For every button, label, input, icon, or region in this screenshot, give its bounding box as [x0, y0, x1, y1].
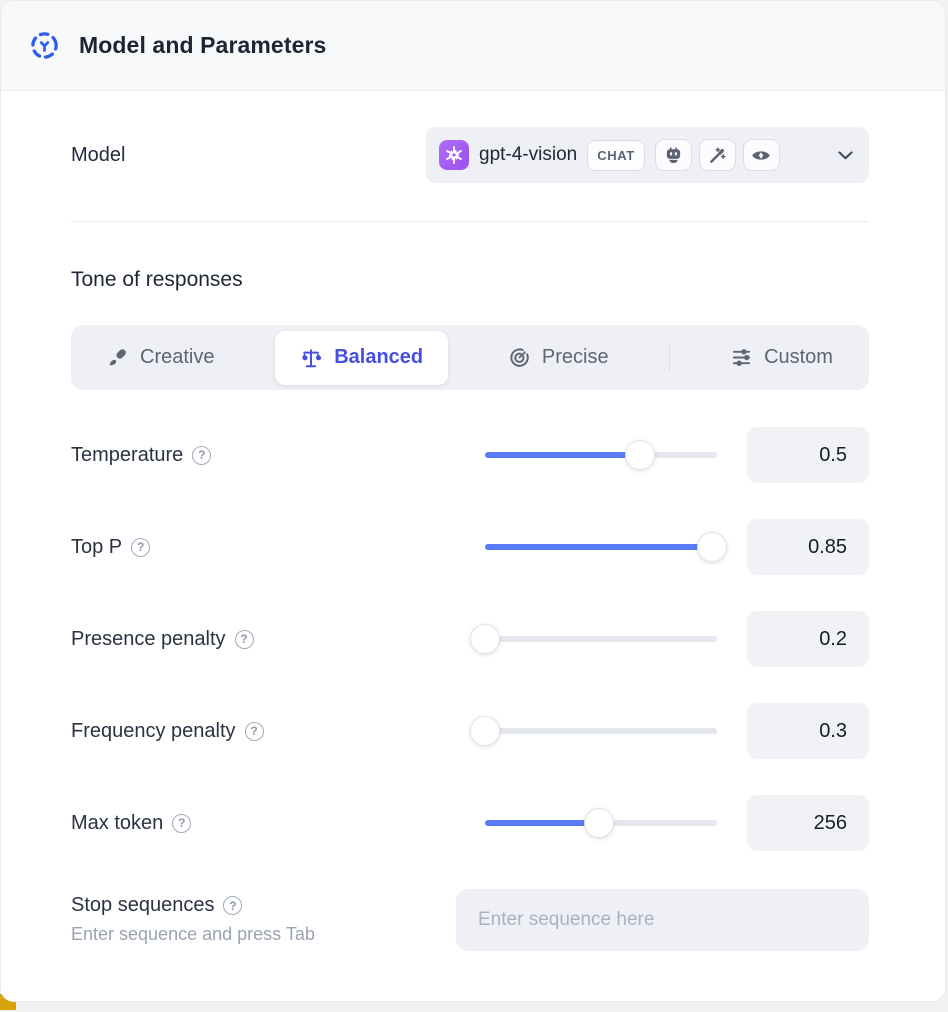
model-parameters-panel: Model and Parameters Model: [0, 0, 948, 1012]
paintbrush-icon: [107, 347, 128, 368]
parameter-row: Presence penalty ? 0.2: [71, 611, 869, 667]
parameter-slider[interactable]: [485, 636, 717, 642]
parameter-slider[interactable]: [485, 452, 717, 458]
help-icon[interactable]: ?: [235, 630, 254, 649]
stop-sequences-labels: Stop sequences ? Enter sequence and pres…: [71, 889, 315, 945]
page-title: Model and Parameters: [79, 32, 326, 59]
model-label: Model: [71, 144, 125, 167]
balance-scale-icon: [300, 347, 322, 369]
model-select-dropdown[interactable]: gpt-4-vision CHAT: [426, 127, 869, 183]
tone-option-balanced[interactable]: Balanced: [275, 331, 448, 385]
model-parameters-card: Model and Parameters Model: [0, 0, 946, 1002]
tone-option-label: Creative: [140, 346, 214, 369]
slider-fill: [485, 820, 599, 826]
section-divider: [71, 221, 869, 222]
magic-wand-icon: [699, 139, 736, 171]
parameter-label-wrap: Top P ?: [71, 536, 485, 559]
model-row: Model: [71, 127, 869, 183]
parameter-label-wrap: Frequency penalty ?: [71, 720, 485, 743]
parameter-label: Max token: [71, 812, 163, 835]
parameter-label: Presence penalty: [71, 628, 226, 651]
slider-fill: [485, 544, 712, 550]
selected-model-name: gpt-4-vision: [479, 144, 577, 166]
stop-sequence-input[interactable]: [456, 889, 869, 951]
parameter-label: Top P: [71, 536, 122, 559]
tone-option-label: Precise: [542, 346, 609, 369]
tone-option-label: Balanced: [334, 346, 423, 369]
help-icon[interactable]: ?: [131, 538, 150, 557]
parameter-slider[interactable]: [485, 544, 717, 550]
tone-option-label: Custom: [764, 346, 833, 369]
chevron-down-icon[interactable]: [838, 151, 853, 160]
slider-track: [485, 728, 717, 734]
slider-knob[interactable]: [625, 440, 655, 470]
model-type-badge: CHAT: [587, 140, 645, 171]
parameter-label-wrap: Presence penalty ?: [71, 628, 485, 651]
tone-option-creative[interactable]: Creative: [103, 331, 218, 385]
parameter-value-box[interactable]: 0.5: [747, 427, 869, 483]
help-icon[interactable]: ?: [245, 722, 264, 741]
slider-fill: [485, 452, 640, 458]
parameter-label: Frequency penalty: [71, 720, 236, 743]
parameter-slider[interactable]: [485, 820, 717, 826]
slider-knob[interactable]: [584, 808, 614, 838]
card-header: Model and Parameters: [1, 1, 945, 91]
slider-track: [485, 820, 717, 826]
parameter-value-box[interactable]: 0.2: [747, 611, 869, 667]
tone-heading: Tone of responses: [71, 268, 869, 292]
parameter-label-wrap: Max token ?: [71, 812, 485, 835]
stop-sequences-row: Stop sequences ? Enter sequence and pres…: [71, 889, 869, 951]
target-icon: [509, 347, 530, 368]
stop-sequences-label: Stop sequences: [71, 894, 214, 917]
parameter-row: Temperature ? 0.5: [71, 427, 869, 483]
parameter-slider[interactable]: [485, 728, 717, 734]
parameter-label-wrap: Temperature ?: [71, 444, 485, 467]
parameter-row: Top P ? 0.85: [71, 519, 869, 575]
help-icon[interactable]: ?: [223, 896, 242, 915]
parameter-value-box[interactable]: 0.3: [747, 703, 869, 759]
tone-option-precise[interactable]: Precise: [505, 331, 613, 385]
parameter-row: Max token ? 256: [71, 795, 869, 851]
slider-knob[interactable]: [470, 716, 500, 746]
model-hub-icon: [29, 30, 60, 61]
slider-track: [485, 636, 717, 642]
slider-knob[interactable]: [470, 624, 500, 654]
stop-sequences-hint: Enter sequence and press Tab: [71, 924, 315, 945]
slider-track: [485, 544, 717, 550]
sliders-icon: [731, 347, 752, 368]
parameter-row: Frequency penalty ? 0.3: [71, 703, 869, 759]
tone-segmented-control: Creative Bal: [71, 325, 869, 390]
robot-icon: [655, 139, 692, 171]
openai-logo: [439, 140, 469, 170]
help-icon[interactable]: ?: [172, 814, 191, 833]
help-icon[interactable]: ?: [192, 446, 211, 465]
parameter-label: Temperature: [71, 444, 183, 467]
tone-option-custom[interactable]: Custom: [727, 331, 837, 385]
eye-icon: [743, 139, 780, 171]
segmented-divider: [669, 345, 670, 371]
slider-track: [485, 452, 717, 458]
parameters-list: Temperature ? 0.5 Top P ? 0.85 Presence …: [71, 427, 869, 851]
slider-knob[interactable]: [697, 532, 727, 562]
parameter-value-box[interactable]: 0.85: [747, 519, 869, 575]
parameter-value-box[interactable]: 256: [747, 795, 869, 851]
